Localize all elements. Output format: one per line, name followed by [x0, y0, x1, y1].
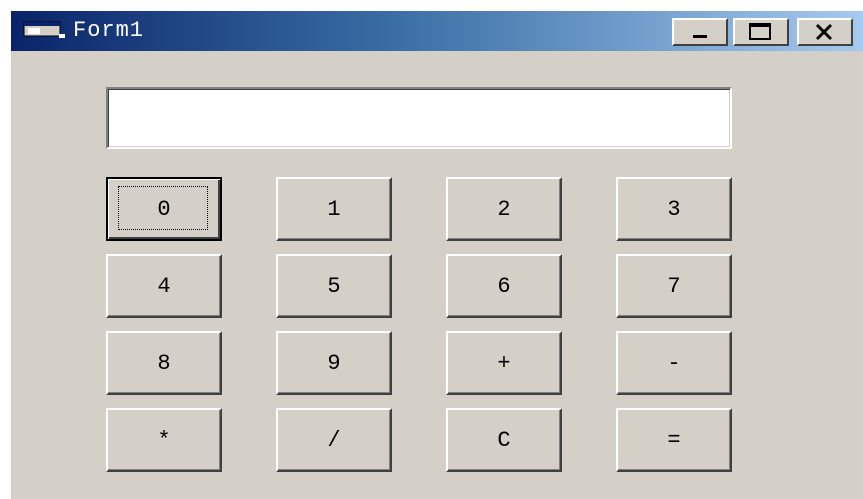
key-divide[interactable]: / — [276, 408, 392, 472]
key-7-label: 7 — [667, 273, 681, 299]
key-2-label: 2 — [497, 196, 511, 222]
key-1[interactable]: 1 — [276, 177, 392, 241]
maximize-button[interactable] — [733, 18, 789, 46]
key-minus[interactable]: - — [616, 331, 732, 395]
key-3-label: 3 — [667, 196, 681, 222]
key-7[interactable]: 7 — [616, 254, 732, 318]
key-6-label: 6 — [497, 273, 511, 299]
key-8-label: 8 — [157, 350, 171, 376]
close-icon — [815, 23, 833, 41]
key-4[interactable]: 4 — [106, 254, 222, 318]
key-5[interactable]: 5 — [276, 254, 392, 318]
key-minus-label: - — [667, 350, 681, 376]
key-multiply-label: * — [157, 427, 171, 453]
title-bar[interactable]: Form1 — [11, 11, 863, 51]
key-8[interactable]: 8 — [106, 331, 222, 395]
key-plus[interactable]: + — [446, 331, 562, 395]
key-1-label: 1 — [327, 196, 341, 222]
key-4-label: 4 — [157, 273, 171, 299]
key-equals[interactable]: = — [616, 408, 732, 472]
calculator-window: Form1 0 1 2 3 4 5 6 7 8 9 + - * / C = — [9, 9, 863, 499]
key-clear-label: C — [497, 427, 511, 453]
key-3[interactable]: 3 — [616, 177, 732, 241]
key-2[interactable]: 2 — [446, 177, 562, 241]
minimize-button[interactable] — [672, 18, 728, 46]
key-0-label: 0 — [157, 196, 171, 222]
minimize-icon — [693, 35, 707, 38]
maximize-icon — [749, 23, 771, 40]
key-multiply[interactable]: * — [106, 408, 222, 472]
key-6[interactable]: 6 — [446, 254, 562, 318]
close-button[interactable] — [797, 18, 853, 46]
key-clear[interactable]: C — [446, 408, 562, 472]
key-0[interactable]: 0 — [106, 177, 222, 241]
key-divide-label: / — [327, 427, 341, 453]
key-9-label: 9 — [327, 350, 341, 376]
key-plus-label: + — [497, 350, 511, 376]
display-field[interactable] — [106, 87, 732, 149]
app-icon[interactable] — [23, 20, 67, 40]
key-9[interactable]: 9 — [276, 331, 392, 395]
key-5-label: 5 — [327, 273, 341, 299]
window-title: Form1 — [73, 18, 145, 43]
key-equals-label: = — [667, 427, 681, 453]
